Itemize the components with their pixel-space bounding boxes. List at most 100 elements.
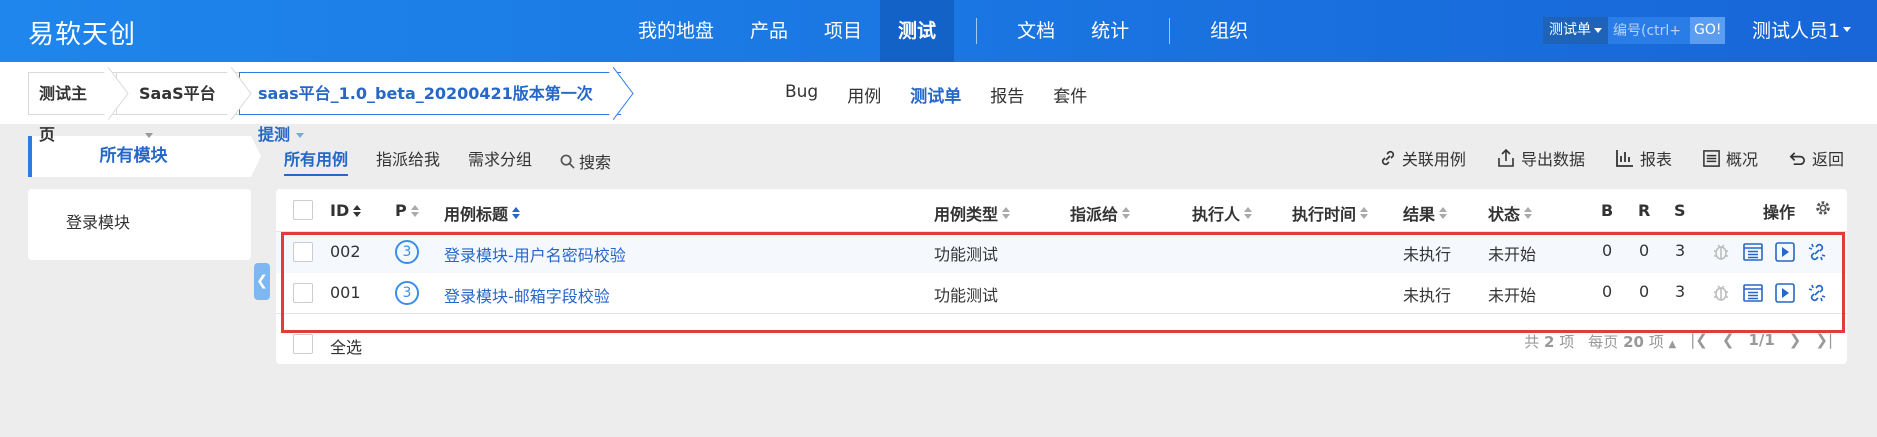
col-executor-label: 执行人 [1192,205,1241,224]
breadcrumb-platform[interactable]: SaaS平台 [116,72,239,138]
col-id[interactable]: ID [330,201,362,220]
filter-by-story[interactable]: 需求分组 [468,146,532,176]
case-title-link[interactable]: 登录模块-用户名密码校验 [444,242,626,266]
run-case-button[interactable] [1774,241,1796,263]
unlink-case-button[interactable] [1806,282,1828,304]
nav-divider [1169,18,1171,44]
last-page-button[interactable]: ❯| [1815,331,1833,352]
col-type[interactable]: 用例类型 [934,201,1011,225]
case-bugs: 0 [1602,282,1613,301]
module-item-login[interactable]: 登录模块 [66,213,130,232]
breadcrumb-home[interactable]: 测试主页 [28,72,116,144]
nav-item-project[interactable]: 项目 [806,0,880,62]
priority-value: 3 [395,281,419,305]
priority-value: 3 [395,240,419,264]
main-nav: 我的地盘 产品 项目 测试 文档 统计 组织 [620,0,1266,62]
create-bug-button[interactable] [1710,282,1732,304]
app-logo[interactable]: 易软天创 [28,14,136,51]
subnav-testtask[interactable]: 测试单 [910,82,961,107]
select-all-label[interactable]: 全选 [330,334,362,358]
case-title-link[interactable]: 登录模块-邮箱字段校验 [444,283,610,307]
nav-item-product[interactable]: 产品 [732,0,806,62]
sort-icon [410,204,419,217]
nav-item-my[interactable]: 我的地盘 [620,0,732,62]
next-page-button[interactable]: ❯ [1789,331,1802,352]
run-case-button[interactable] [1774,282,1796,304]
col-exec-time[interactable]: 执行时间 [1292,201,1369,225]
case-results: 0 [1639,241,1650,260]
col-id-label: ID [330,201,350,220]
case-type: 功能测试 [934,286,999,305]
search-type-label: 测试单 [1549,22,1591,38]
export-button[interactable]: 导出数据 [1496,146,1585,170]
col-status[interactable]: 状态 [1488,201,1533,225]
col-assigned[interactable]: 指派给 [1070,201,1131,225]
report-button[interactable]: 报表 [1615,146,1672,170]
view-results-button[interactable] [1742,282,1764,304]
col-b: B [1601,201,1614,220]
subnav-case[interactable]: 用例 [847,82,881,107]
pager-per-page-prefix: 每页 [1588,333,1619,351]
search-type-select[interactable]: 测试单 [1543,17,1608,44]
create-bug-button[interactable] [1710,241,1732,263]
table-row[interactable]: 002 3 登录模块-用户名密码校验 功能测试 未执行 未开始 0 0 3 [276,232,1847,273]
subnav-suite[interactable]: 套件 [1053,82,1087,107]
unlink-icon [1808,284,1826,302]
filter-all-cases[interactable]: 所有用例 [284,146,349,176]
case-steps: 3 [1675,282,1686,301]
link-icon [1381,150,1395,166]
case-bugs: 0 [1602,241,1613,260]
nav-item-doc[interactable]: 文档 [999,0,1073,62]
export-icon [1498,148,1514,167]
chevron-down-icon [1594,28,1602,33]
breadcrumb-testtask[interactable]: saas平台_1.0_beta_20200421版本第一次提测 [239,72,621,144]
col-result[interactable]: 结果 [1403,201,1448,225]
overview-button[interactable]: 概况 [1702,146,1758,170]
link-case-button[interactable]: 关联用例 [1379,146,1466,170]
user-menu[interactable]: 测试人员1 [1752,16,1852,43]
pager-total-prefix: 共 [1524,333,1540,351]
col-executor[interactable]: 执行人 [1192,201,1253,225]
case-id: 002 [330,242,361,261]
row-checkbox[interactable] [293,283,313,303]
case-status: 未开始 [1488,286,1537,305]
case-result: 未执行 [1403,245,1452,264]
col-ops: 操作 [1763,203,1796,222]
first-page-button[interactable]: |❮ [1690,331,1708,352]
bug-icon [1714,285,1728,301]
table-header: ID P 用例标题 用例类型 指派给 执行人 执行时间 结果 状态 B R S … [276,189,1847,232]
filter-bar: 所有用例 指派给我 需求分组 搜索 [284,146,611,176]
subnav-report[interactable]: 报告 [990,82,1024,107]
col-s: S [1674,201,1686,220]
sort-icon [1360,207,1369,219]
subnav-bug[interactable]: Bug [785,82,818,107]
unlink-icon [1808,243,1826,261]
col-title[interactable]: 用例标题 [444,201,521,225]
search-go-button[interactable]: GO! [1690,17,1726,44]
col-priority[interactable]: P [395,201,419,220]
back-button[interactable]: 返回 [1788,146,1844,170]
nav-item-stats[interactable]: 统计 [1073,0,1147,62]
select-all-checkbox[interactable] [293,334,313,354]
search-input[interactable] [1608,17,1690,44]
pager-per-page-suffix: 项 [1648,333,1664,351]
row-checkbox[interactable] [293,242,313,262]
filter-assigned-to-me[interactable]: 指派给我 [376,146,440,176]
sub-header: 测试主页 SaaS平台 saas平台_1.0_beta_20200421版本第一… [0,62,1877,144]
prev-page-button[interactable]: ❮ [1722,331,1735,352]
col-assigned-label: 指派给 [1070,205,1119,224]
view-results-button[interactable] [1742,241,1764,263]
table-row[interactable]: 001 3 登录模块-邮箱字段校验 功能测试 未执行 未开始 0 0 3 [276,273,1847,314]
row-actions [1710,282,1828,304]
unlink-case-button[interactable] [1806,241,1828,263]
header-checkbox[interactable] [293,200,313,220]
column-settings-button[interactable] [1814,199,1832,217]
filter-search[interactable]: 搜索 [560,146,611,176]
list-icon [1703,149,1720,167]
priority-badge: 3 [395,240,419,264]
nav-item-org[interactable]: 组织 [1192,0,1266,62]
col-type-label: 用例类型 [934,205,999,224]
nav-item-test[interactable]: 测试 [880,0,955,62]
sidebar-collapse-button[interactable]: ❮ [254,263,270,300]
pager-per-page[interactable]: 每页 20 项 ▲ [1588,331,1676,352]
